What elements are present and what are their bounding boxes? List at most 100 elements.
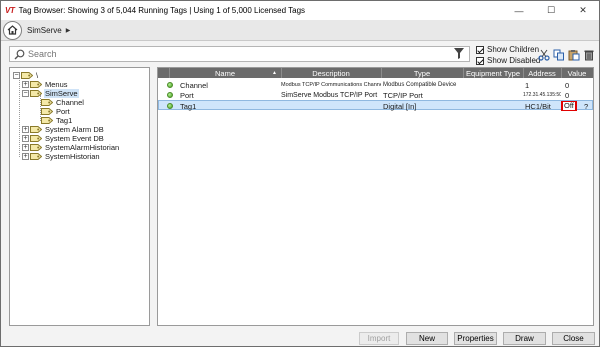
cell-value: 0 — [565, 80, 570, 90]
app-logo: VT — [5, 6, 15, 15]
status-column-header — [158, 68, 169, 78]
tag-icon — [41, 108, 53, 115]
home-icon — [7, 25, 18, 35]
tree-item-label: SystemAlarmHistorian — [45, 143, 120, 152]
tag-folder-icon — [30, 81, 42, 88]
column-header-name[interactable]: Name — [169, 68, 281, 78]
cut-icon[interactable] — [538, 49, 550, 61]
collapse-icon[interactable]: − — [13, 72, 20, 79]
cell-address: HC1/Bit — [525, 101, 551, 111]
tree-item-system-alarm-historian[interactable]: + SystemAlarmHistorian — [22, 143, 120, 152]
collapse-icon[interactable]: − — [22, 90, 29, 97]
tree-item-menus[interactable]: + Menus — [22, 80, 69, 89]
cell-description: SimServe Modbus TCP/IP Port — [281, 91, 378, 99]
cell-type: TCP/IP Port — [383, 90, 423, 100]
new-button[interactable]: New — [406, 332, 448, 345]
expand-icon[interactable]: + — [22, 153, 29, 160]
cell-value: 0 — [565, 90, 570, 100]
tree-item-tag1[interactable]: Tag1 — [41, 116, 73, 125]
column-header-equipment-type[interactable]: Equipment Type — [463, 68, 523, 78]
expand-icon[interactable]: + — [22, 81, 29, 88]
tag-folder-icon — [30, 153, 42, 160]
show-disabled-checkbox[interactable] — [476, 56, 484, 65]
properties-button[interactable]: Properties — [454, 332, 497, 345]
window-controls: — ☐ ✕ — [503, 1, 599, 20]
expand-icon[interactable]: + — [22, 144, 29, 151]
tree-item-label: System Alarm DB — [45, 125, 104, 134]
tag-icon — [41, 117, 53, 124]
column-header-type[interactable]: Type — [381, 68, 463, 78]
cell-value-highlighted[interactable]: Off — [561, 101, 577, 111]
column-header-label: Description — [312, 68, 350, 78]
title-bar: VT Tag Browser: Showing 3 of 5,044 Runni… — [1, 1, 599, 20]
filter-icon[interactable] — [453, 47, 465, 60]
cell-type: Modbus Compatible Device — [383, 82, 457, 88]
status-ok-icon — [167, 103, 173, 109]
show-children-option[interactable]: Show Children — [476, 45, 539, 54]
cell-name: Channel — [180, 80, 208, 90]
column-header-description[interactable]: Description — [281, 68, 381, 78]
search-input[interactable] — [28, 49, 428, 59]
table-row[interactable]: Channel Modbus TCP/IP Communications Cha… — [158, 80, 593, 90]
table-row-selected[interactable]: Tag1 Digital [In] HC1/Bit Off ? — [158, 100, 593, 111]
column-header-value[interactable]: Value — [561, 68, 593, 78]
tree-item-label: SimServe — [44, 89, 79, 98]
tag-folder-icon — [30, 135, 42, 142]
tag-tree: − \ + Menus − SimServe Channel Port Tag1… — [9, 67, 150, 326]
tag-grid: Name ▲ Description Type Equipment Type A… — [157, 67, 594, 326]
status-ok-icon — [167, 92, 173, 98]
tree-item-label: \ — [36, 71, 39, 80]
tree-item-channel[interactable]: Channel — [41, 98, 85, 107]
table-row[interactable]: Port SimServe Modbus TCP/IP Port TCP/IP … — [158, 90, 593, 100]
breadcrumb-item-simserve[interactable]: SimServe — [27, 26, 62, 35]
home-button[interactable] — [3, 20, 22, 40]
column-header-label: Address — [528, 68, 556, 78]
tree-item-system-historian[interactable]: + SystemHistorian — [22, 152, 101, 161]
tree-item-label: Menus — [45, 80, 68, 89]
show-children-label: Show Children — [487, 45, 540, 54]
column-header-address[interactable]: Address — [523, 68, 561, 78]
close-icon[interactable]: ✕ — [567, 1, 599, 20]
status-ok-icon — [167, 82, 173, 88]
tree-item-label: System Event DB — [45, 134, 104, 143]
tree-item-label: Port — [56, 107, 70, 116]
show-disabled-label: Show Disabled — [487, 56, 541, 65]
show-disabled-option[interactable]: Show Disabled — [476, 56, 540, 65]
tag-folder-icon — [30, 90, 42, 97]
minimize-icon[interactable]: — — [503, 1, 535, 20]
search-icon — [14, 49, 25, 59]
copy-icon[interactable] — [553, 49, 565, 61]
cell-address: 1 — [525, 80, 530, 90]
expand-icon[interactable]: + — [22, 135, 29, 142]
column-header-label: Equipment Type — [465, 68, 521, 78]
tree-item-root[interactable]: − \ — [13, 71, 39, 80]
maximize-icon[interactable]: ☐ — [535, 1, 567, 20]
cell-description: Modbus TCP/IP Communications Channel — [281, 82, 381, 88]
tree-item-label: SystemHistorian — [45, 152, 100, 161]
column-header-label: Value — [567, 68, 587, 78]
tag-icon — [41, 99, 53, 106]
tag-folder-icon — [30, 126, 42, 133]
draw-button[interactable]: Draw — [503, 332, 546, 345]
tag-browser-window: VT Tag Browser: Showing 3 of 5,044 Runni… — [0, 0, 600, 347]
paste-icon[interactable] — [568, 49, 580, 61]
tree-item-system-alarm-db[interactable]: + System Alarm DB — [22, 125, 105, 134]
tree-item-label: Channel — [56, 98, 84, 107]
close-button[interactable]: Close — [552, 332, 595, 345]
tree-item-port[interactable]: Port — [41, 107, 71, 116]
import-button[interactable]: Import — [359, 332, 399, 345]
window-title: Tag Browser: Showing 3 of 5,044 Running … — [18, 6, 306, 15]
expand-icon[interactable]: + — [22, 126, 29, 133]
column-header-label: Name — [214, 68, 235, 78]
column-header-label: Type — [413, 68, 431, 78]
chevron-right-icon[interactable]: ▶ — [66, 27, 71, 34]
tag-folder-icon — [21, 72, 33, 79]
breadcrumb: SimServe ▶ — [1, 20, 599, 41]
cell-name: Port — [180, 90, 194, 100]
show-children-checkbox[interactable] — [476, 45, 484, 54]
cell-extra: ? — [584, 101, 589, 111]
tree-item-system-event-db[interactable]: + System Event DB — [22, 134, 105, 143]
tree-item-simserve[interactable]: − SimServe — [22, 89, 79, 98]
tree-item-label: Tag1 — [56, 116, 73, 125]
delete-icon[interactable] — [583, 49, 595, 61]
